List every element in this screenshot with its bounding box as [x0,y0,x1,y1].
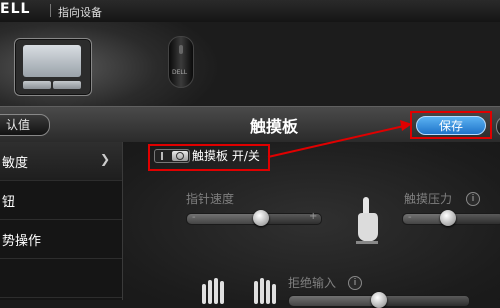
title-divider [50,4,51,17]
palm-rejection-slider[interactable] [288,292,470,308]
palm-rejection-fill [289,296,379,306]
minus-icon: - [192,212,196,223]
palm-rejection-label: 拒绝输入 [288,276,337,290]
sidebar-item-label: 钮 [2,195,16,210]
title-bar: ELL 指向设备 [0,0,500,23]
pointer-speed-thumb[interactable] [253,210,269,226]
plus-icon: + [309,211,318,222]
touchpad-toggle-switch[interactable] [154,149,190,163]
device-selector: DELL [0,22,500,107]
touchpad-right-button-graphic [53,81,81,89]
mouse-device-icon[interactable]: DELL [168,36,194,88]
info-icon[interactable]: i [466,192,480,206]
touchpad-toggle-label: 触摸板 开/关 [192,149,260,163]
sidebar-item-sensitivity[interactable]: 敏度 ❯ [0,142,122,181]
window-title: 指向设备 [58,6,102,19]
sidebar-item-buttons[interactable]: 钮 [0,181,122,220]
chevron-right-icon: ❯ [99,152,110,166]
toggle-off-mark [161,152,163,160]
mouse-logo: DELL [172,69,188,76]
save-button[interactable]: 保存 [416,116,486,135]
touch-pressure-thumb[interactable] [440,210,456,226]
toggle-knob [172,151,188,161]
palm-hands-icon [202,278,276,304]
sidebar-item-more[interactable] [0,259,122,298]
pointer-speed-label: 指针速度 [186,192,235,206]
touch-pressure-slider[interactable] [402,210,500,226]
touchpad-left-button-graphic [23,81,51,89]
toggle-on-mark [176,152,184,160]
touchpad-device-icon[interactable] [14,38,92,96]
palm-rejection-thumb[interactable] [371,292,387,308]
info-icon[interactable]: i [348,276,362,290]
header-bar: 认值 触摸板 保存 [0,106,500,144]
dell-logo: ELL [0,1,31,17]
finger-press-icon [356,197,378,244]
touch-pressure-label: 触摸压力 [404,192,453,206]
sidebar-item-gestures[interactable]: 势操作 [0,220,122,259]
sidebar-item-label: 敏度 [2,156,29,171]
touchpad-surface [23,45,81,77]
sidebar-item-label: 势操作 [2,234,42,249]
sidebar: 敏度 ❯ 钮 势操作 [0,142,123,300]
pointer-speed-fill [187,214,261,224]
minus-icon: - [408,212,412,223]
pointer-speed-slider[interactable] [186,210,322,226]
mouse-wheel-graphic [179,45,183,54]
